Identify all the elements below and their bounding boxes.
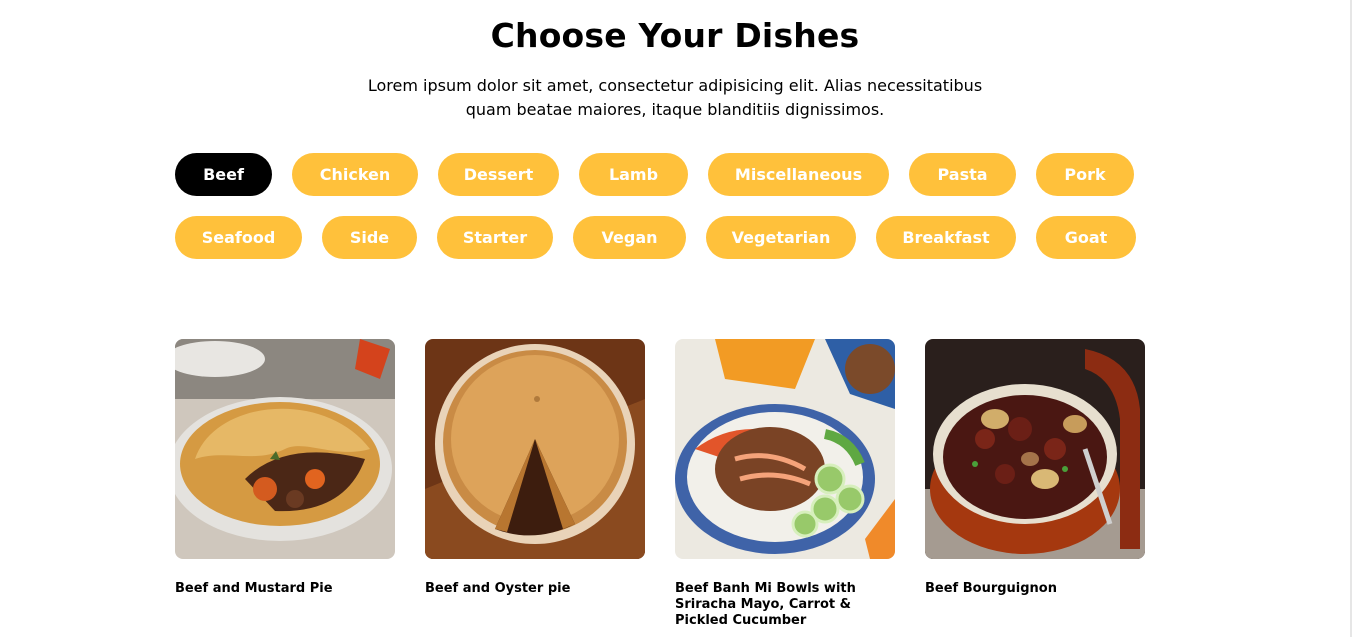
dish-card[interactable]: Beef Banh Mi Bowls with Sriracha Mayo, C… — [675, 339, 895, 629]
page-title: Choose Your Dishes — [490, 16, 860, 55]
category-pill-pork[interactable]: Pork — [1036, 153, 1134, 196]
category-pill-side[interactable]: Side — [322, 216, 417, 259]
category-pill-goat[interactable]: Goat — [1036, 216, 1136, 259]
dish-image-beef-banh-mi-bowls[interactable] — [675, 339, 895, 559]
category-pill-pasta[interactable]: Pasta — [909, 153, 1016, 196]
dish-card[interactable]: Beef Bourguignon — [925, 339, 1145, 597]
category-pill-vegan[interactable]: Vegan — [573, 216, 686, 259]
category-pill-breakfast[interactable]: Breakfast — [876, 216, 1016, 259]
dish-name[interactable]: Beef and Oyster pie — [425, 581, 645, 597]
dish-card[interactable]: Beef and Mustard Pie — [175, 339, 395, 597]
page-subtitle: Lorem ipsum dolor sit amet, consectetur … — [367, 76, 983, 119]
dish-name[interactable]: Beef and Mustard Pie — [175, 581, 395, 597]
dish-image-beef-bourguignon[interactable] — [925, 339, 1145, 559]
dish-name[interactable]: Beef Bourguignon — [925, 581, 1145, 597]
category-pill-seafood[interactable]: Seafood — [175, 216, 302, 259]
category-pill-starter[interactable]: Starter — [437, 216, 553, 259]
category-pill-vegetarian[interactable]: Vegetarian — [706, 216, 856, 259]
category-pill-lamb[interactable]: Lamb — [579, 153, 688, 196]
dish-image-beef-oyster-pie[interactable] — [425, 339, 645, 559]
dish-image-beef-mustard-pie[interactable] — [175, 339, 395, 559]
dish-card[interactable]: Beef and Oyster pie — [425, 339, 645, 597]
category-pill-miscellaneous[interactable]: Miscellaneous — [708, 153, 889, 196]
category-pill-dessert[interactable]: Dessert — [438, 153, 559, 196]
dish-name[interactable]: Beef Banh Mi Bowls with Sriracha Mayo, C… — [675, 581, 895, 629]
category-pill-chicken[interactable]: Chicken — [292, 153, 418, 196]
category-pill-beef[interactable]: Beef — [175, 153, 272, 196]
